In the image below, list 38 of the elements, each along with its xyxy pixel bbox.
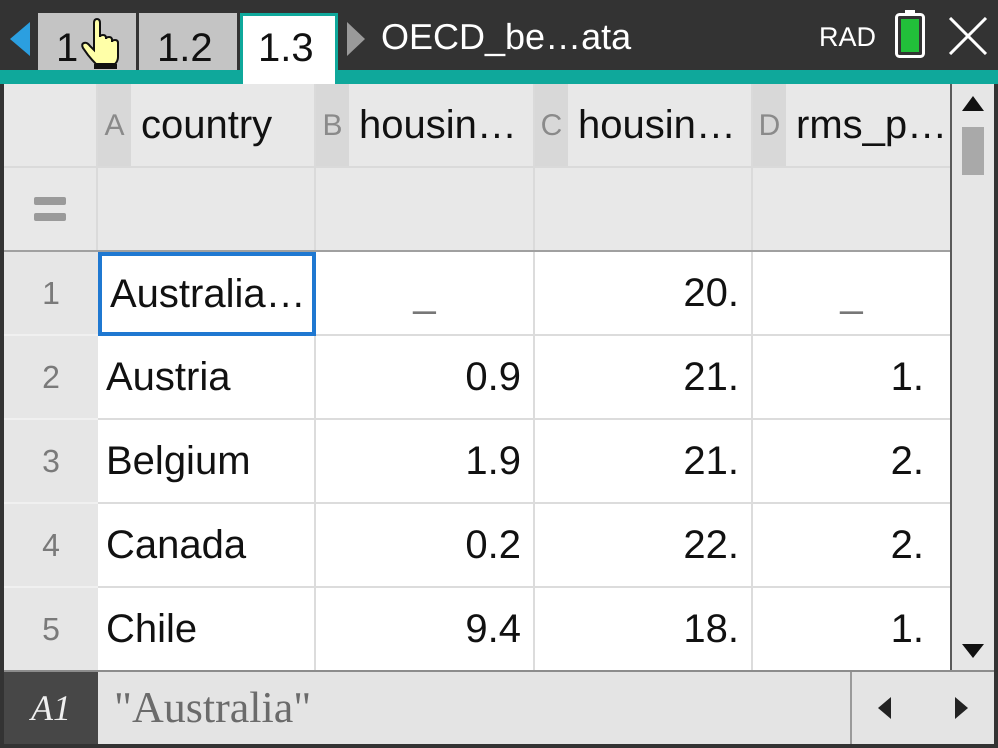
table-cell[interactable]: 22.	[535, 504, 753, 588]
table-cell[interactable]: Belgium	[98, 420, 316, 504]
scroll-down-arrow-icon[interactable]	[962, 644, 984, 658]
scroll-right-arrow-icon[interactable]	[955, 697, 968, 719]
page-tab[interactable]: 1.2	[139, 13, 237, 70]
table-cell[interactable]: Austria	[98, 336, 316, 420]
table-cell[interactable]: 21.	[535, 420, 753, 504]
row-header: 1	[4, 252, 98, 336]
cell-reference: A1	[4, 672, 98, 744]
angle-mode-indicator: RAD	[818, 21, 876, 53]
page-tab[interactable]: 1.3	[240, 13, 338, 84]
column-name[interactable]: country	[141, 102, 272, 148]
scrollbar-thumb[interactable]	[962, 127, 984, 175]
table-cell[interactable]: Canada	[98, 504, 316, 588]
table-cell[interactable]: _	[316, 252, 535, 336]
close-icon[interactable]	[948, 17, 988, 55]
table-cell[interactable]: Australia…	[98, 252, 316, 336]
column-name[interactable]: housin…	[578, 102, 736, 148]
battery-icon	[895, 10, 925, 58]
column-name[interactable]: housin…	[359, 102, 517, 148]
table-cell[interactable]: 0.9	[316, 336, 535, 420]
document-title: OECD_be…ata	[381, 17, 632, 57]
row-header: 2	[4, 336, 98, 420]
table-cell[interactable]: 1.9	[316, 420, 535, 504]
left-arrow-icon[interactable]	[10, 22, 30, 56]
vertical-scrollbar[interactable]	[950, 84, 994, 670]
right-arrow-icon[interactable]	[347, 22, 365, 56]
row-header: 4	[4, 504, 98, 588]
table-cell[interactable]: 0.2	[316, 504, 535, 588]
scroll-up-arrow-icon[interactable]	[962, 96, 984, 111]
row-header: 3	[4, 420, 98, 504]
row-header: 5	[4, 588, 98, 670]
scroll-left-arrow-icon[interactable]	[878, 697, 891, 719]
column-name[interactable]: rms_p…	[796, 102, 948, 148]
entry-line-field[interactable]: "Australia"	[98, 672, 850, 744]
table-cell[interactable]: 20.	[535, 252, 753, 336]
table-cell[interactable]: 21.	[535, 336, 753, 420]
equals-icon	[34, 197, 66, 221]
